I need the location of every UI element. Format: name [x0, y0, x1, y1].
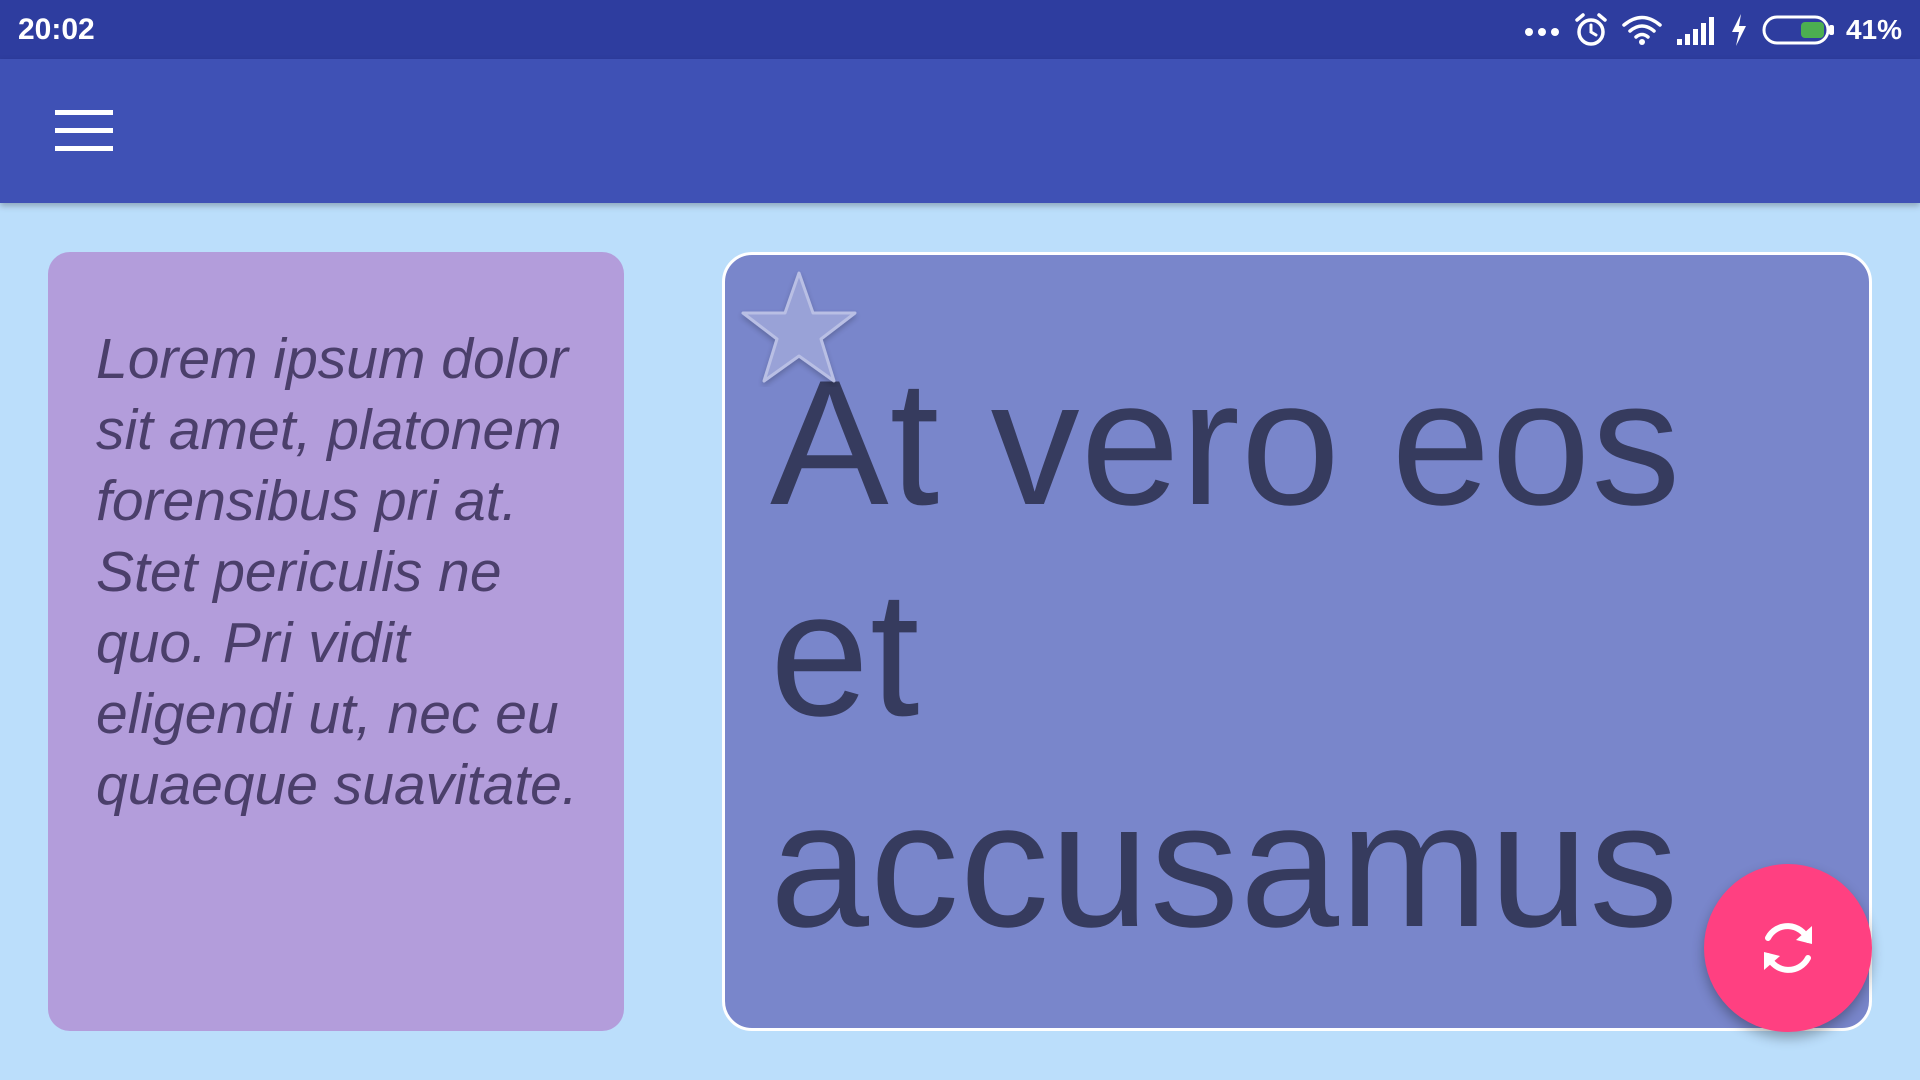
status-time: 20:02 — [18, 13, 95, 46]
right-card-text: At vero eos et accusamus — [770, 343, 1682, 964]
charging-icon — [1731, 13, 1746, 46]
refresh-icon — [1764, 923, 1812, 973]
alarm-icon — [1575, 12, 1607, 46]
battery-icon — [1762, 15, 1834, 44]
left-card[interactable]: Lorem ipsum dolor sit amet, platonem for… — [48, 252, 624, 1031]
status-bar: 20:02 41% — [0, 0, 1920, 59]
battery-percent: 41% — [1845, 14, 1902, 45]
app-bar — [0, 59, 1920, 203]
hamburger-menu-button[interactable] — [40, 101, 128, 161]
refresh-fab-button[interactable] — [1704, 864, 1872, 1032]
status-icons: 41% — [1524, 0, 1902, 59]
star-icon[interactable] — [737, 269, 861, 387]
signal-icon — [1676, 16, 1714, 45]
more-dots-icon — [1524, 27, 1559, 36]
wifi-icon — [1622, 15, 1662, 45]
hamburger-menu-icon — [55, 110, 113, 151]
left-card-text: Lorem ipsum dolor sit amet, platonem for… — [96, 327, 578, 817]
right-card[interactable]: At vero eos et accusamus — [722, 252, 1872, 1031]
